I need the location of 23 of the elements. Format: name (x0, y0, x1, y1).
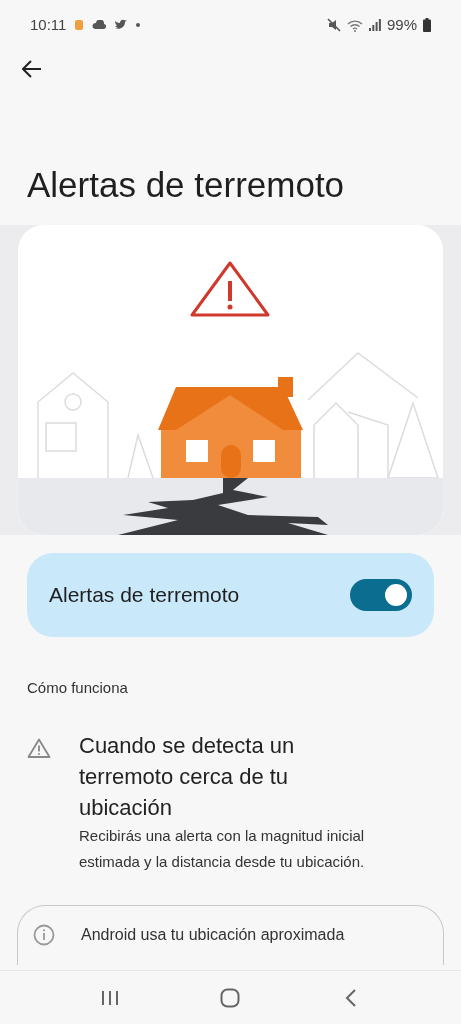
recent-apps-icon (101, 989, 120, 1006)
status-time: 10:11 (30, 14, 67, 35)
home-icon (220, 987, 241, 1008)
item-description: Recibirás una alerta con la magnitud inicial estimada y la distancia desde tu ubicación. (79, 825, 366, 872)
section-heading: Cómo funciona (26, 678, 129, 698)
warning-icon (27, 737, 51, 758)
cloud-icon (92, 20, 107, 30)
back-arrow-icon (22, 60, 42, 78)
alerts-toggle-card[interactable]: Alertas de terremoto (27, 553, 434, 637)
page-title: Alertas de terremoto (26, 164, 346, 206)
info-icon (33, 923, 55, 946)
back-chevron-icon (344, 988, 357, 1007)
battery-percentage: 99% (386, 14, 417, 35)
app-notification-icon (74, 19, 85, 31)
battery-icon (423, 18, 431, 32)
dot-icon (136, 23, 141, 27)
item-title: Cuando se detecta un terremoto cerca de tu ubicación (79, 731, 296, 822)
wifi-icon (346, 18, 363, 32)
bird-icon (114, 19, 129, 31)
toggle-switch[interactable] (350, 579, 412, 611)
signal-icon (368, 19, 381, 31)
mute-icon (326, 18, 341, 32)
info-text: Android usa tu ubicación aproximada (81, 924, 346, 945)
